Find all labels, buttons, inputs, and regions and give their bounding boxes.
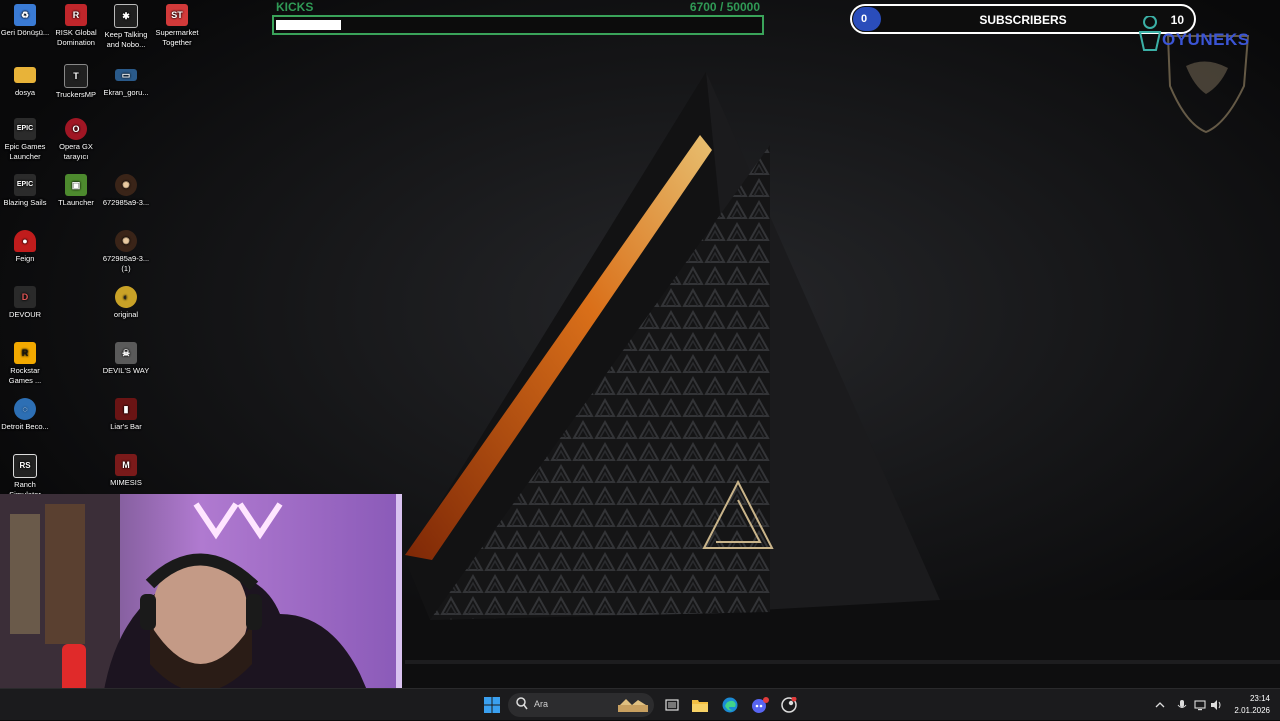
desktop-icon-label: Rockstar Games ...	[8, 366, 42, 385]
supermarket-game-icon: ST	[166, 4, 188, 26]
desktop-icon-feign[interactable]: ● Feign	[0, 230, 50, 264]
kicks-label: KICKS	[276, 0, 314, 14]
desktop-icon-game-shortcut-2[interactable]: ✺ 672985a9-3... (1)	[101, 230, 151, 274]
desktop-icon-rockstar[interactable]: R Rockstar Games ...	[0, 342, 50, 386]
game-shortcut-icon: ✺	[115, 174, 137, 196]
mimesis-icon: M	[115, 454, 137, 476]
file-explorer-icon	[692, 700, 708, 712]
clock-date[interactable]: 2.01.2026	[1234, 706, 1270, 715]
clock-time[interactable]: 23:14	[1250, 694, 1270, 703]
desktop-icon-dosya[interactable]: dosya	[0, 64, 50, 98]
desktop-icon-risk[interactable]: R RISK Global Domination	[51, 4, 101, 48]
desktop-icon-label: DEVIL'S WAY	[102, 366, 150, 375]
chevron-up-icon[interactable]	[1154, 699, 1166, 711]
bomb-game-icon: ✱	[114, 4, 138, 28]
desktop-icon-label: DEVOUR	[8, 310, 42, 319]
desktop-icon-truckersmp[interactable]: T TruckersMP	[51, 64, 101, 100]
desktop-icon-opera-gx[interactable]: O Opera GX tarayıcı	[51, 118, 101, 162]
network-icon[interactable]	[1194, 699, 1206, 711]
desktop-icon-mimesis[interactable]: M MIMESIS	[101, 454, 151, 488]
speaker-icon[interactable]	[1210, 699, 1222, 711]
kicks-progress-fill	[276, 20, 341, 30]
feign-game-icon: ●	[14, 230, 36, 252]
desktop-icon-label: MIMESIS	[110, 478, 142, 487]
task-view-button[interactable]	[660, 693, 684, 717]
desktop-icon-label: Epic Games Launcher	[4, 142, 46, 161]
epic-games-icon: EPIC	[14, 174, 36, 196]
desktop-icon-label: 672985a9-3... (1)	[102, 254, 150, 273]
desktop-icon-label: TLauncher	[58, 198, 94, 207]
desktop-icon-devour[interactable]: D DEVOUR	[0, 286, 50, 320]
search-icon	[516, 697, 528, 710]
discord-button[interactable]	[748, 693, 772, 717]
brand-logo: OYUNEKS	[1136, 15, 1260, 136]
detroit-game-icon: ◌	[14, 398, 36, 420]
desktop-icon-original[interactable]: ◐ original	[101, 286, 151, 320]
windows-start-icon	[484, 697, 500, 713]
devour-game-icon: D	[14, 286, 36, 308]
search-highlight-icon	[618, 699, 648, 712]
desktop-icon-label: Feign	[15, 254, 35, 263]
desktop-icon-label: Liar's Bar	[110, 422, 142, 431]
streamer-webcam-image	[0, 494, 402, 720]
desktop-icon-epic-games[interactable]: EPIC Epic Games Launcher	[0, 118, 50, 162]
start-button[interactable]	[480, 693, 504, 717]
truckersmp-icon: T	[64, 64, 88, 88]
desktop-icon-label: dosya	[14, 88, 35, 97]
desktop-icon-detroit[interactable]: ◌ Detroit Beco...	[0, 398, 50, 432]
devils-way-icon: ☠	[115, 342, 137, 364]
epic-games-icon: EPIC	[14, 118, 36, 140]
risk-game-icon: R	[65, 4, 87, 26]
taskbar-search-box[interactable]: Ara	[508, 693, 654, 717]
edge-browser-icon	[722, 697, 738, 713]
kicks-goal: / 50000	[719, 0, 760, 14]
desktop-icon-liars-bar[interactable]: ▮ Liar's Bar	[101, 398, 151, 432]
desktop-icon-blazing-sails[interactable]: EPIC Blazing Sails	[0, 174, 50, 208]
edge-browser-button[interactable]	[718, 693, 742, 717]
desktop-icon-supermarket[interactable]: ST Supermarket Together	[152, 4, 202, 48]
file-explorer-button[interactable]	[688, 693, 712, 717]
tlauncher-icon: ▣	[65, 174, 87, 196]
desktop-icon-label: original	[113, 310, 139, 319]
desktop-icon-keep-talking[interactable]: ✱ Keep Talking and Nobo...	[101, 4, 151, 50]
desktop-icon-label: Detroit Beco...	[1, 422, 49, 431]
search-placeholder: Ara	[534, 699, 549, 709]
desktop-icon-label: Keep Talking and Nobo...	[104, 30, 148, 49]
opera-gx-icon: O	[65, 118, 87, 140]
rockstar-games-icon: R	[14, 342, 36, 364]
desktop-icon-label: Blazing Sails	[3, 198, 47, 207]
folder-icon	[14, 67, 36, 83]
liars-bar-icon: ▮	[115, 398, 137, 420]
webcam-feed	[0, 494, 402, 720]
system-tray: 23:14 2.01.2026	[1140, 689, 1280, 721]
brand-text: OYUNEKS	[1162, 30, 1250, 49]
original-game-icon: ◐	[115, 286, 137, 308]
desktop-icon-label: Opera GX tarayıcı	[59, 142, 93, 161]
desktop-icon-devils-way[interactable]: ☠ DEVIL'S WAY	[101, 342, 151, 376]
recycle-bin-icon: ♻	[14, 4, 36, 26]
desktop-icon-label: Ekran_goru...	[103, 88, 149, 97]
kicks-count: 6700 / 50000	[690, 0, 760, 14]
taskbar: Ara 23:14 2.01.2026	[0, 688, 1280, 720]
desktop-icon-tlauncher[interactable]: ▣ TLauncher	[51, 174, 101, 208]
kicks-goal-widget: KICKS 6700 / 50000	[272, 0, 764, 36]
desktop-icon-screenshot[interactable]: ▭ Ekran_goru...	[101, 64, 151, 98]
ranch-simulator-icon: RS	[13, 454, 37, 478]
desktop-icon-game-shortcut[interactable]: ✺ 672985a9-3...	[101, 174, 151, 208]
desktop-icon-label: Geri Dönüşü...	[0, 28, 50, 37]
desktop-icon-label: RISK Global Domination	[55, 28, 97, 47]
microphone-icon[interactable]	[1176, 699, 1188, 711]
kicks-current: 6700	[689, 0, 717, 14]
steam-icon	[781, 697, 797, 713]
steam-button[interactable]	[777, 693, 801, 717]
desktop-icon-label: Supermarket Together	[155, 28, 199, 47]
task-view-icon	[665, 699, 679, 711]
game-shortcut-icon: ✺	[115, 230, 137, 252]
screenshot-file-icon: ▭	[115, 69, 137, 81]
desktop-icon-label: TruckersMP	[55, 90, 97, 99]
discord-icon	[752, 697, 769, 713]
desktop-icon-recycle-bin[interactable]: ♻ Geri Dönüşü...	[0, 4, 50, 38]
kicks-progress-bar	[272, 15, 764, 35]
desktop-icon-label: 672985a9-3...	[102, 198, 150, 207]
